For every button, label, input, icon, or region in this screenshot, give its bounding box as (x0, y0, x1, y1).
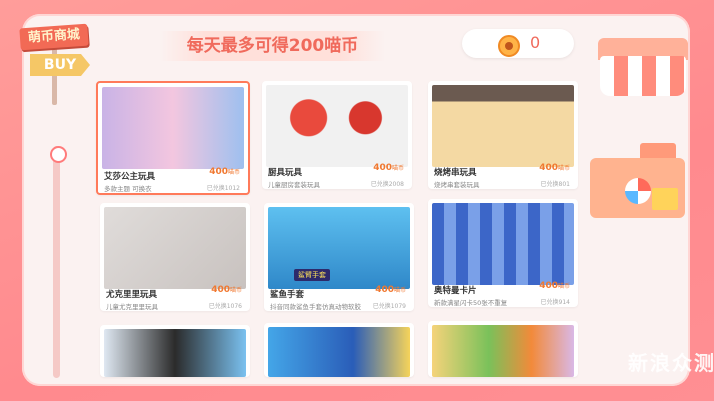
watermark: 新浪众测 (628, 351, 714, 375)
banner-title: 每天最多可得200喵币 (186, 36, 359, 56)
shop-illustration (590, 28, 688, 223)
product-image (102, 87, 244, 169)
product-price: 400喵币 (209, 167, 240, 177)
product-card[interactable]: 烧烤串玩具 烧烤串套装玩具 400喵币 已兑换801 (428, 81, 578, 189)
redeemed-count: 已兑换2008 (370, 181, 404, 188)
product-desc: 抖音同款鲨鱼手套仿真动物软胶 (270, 303, 361, 311)
coin-balance-pill[interactable]: 0 (462, 29, 574, 58)
product-desc: 烧烤串套装玩具 (434, 181, 480, 189)
beach-ball-icon (625, 178, 651, 204)
redeemed-count: 已兑换801 (540, 181, 570, 188)
gift-box-icon (652, 188, 678, 210)
shark-tag: 鲨臂手套 (294, 269, 330, 281)
product-image (104, 207, 246, 289)
product-card[interactable] (264, 323, 414, 377)
product-card[interactable]: 尤克里里玩具 儿童尤克里里玩具 400喵币 已兑换1076 (100, 203, 250, 311)
redeemed-count: 已兑换1076 (208, 303, 242, 310)
product-name: 鲨鱼手套 (270, 290, 305, 300)
product-card[interactable] (100, 325, 250, 377)
daily-limit-banner: 每天最多可得200喵币 (160, 31, 385, 61)
product-card[interactable]: 鲨臂手套 鲨鱼手套 抖音同款鲨鱼手套仿真动物软胶 400喵币 已兑换1079 (264, 203, 414, 311)
product-card[interactable] (428, 321, 578, 377)
product-price: 400喵币 (375, 285, 406, 295)
product-image (268, 327, 410, 377)
product-name: 烧烤串玩具 (434, 168, 477, 178)
shop-awning (600, 56, 686, 96)
product-image (432, 325, 574, 377)
product-name: 尤克里里玩具 (106, 290, 158, 300)
product-desc: 新款满星闪卡50张不重复 (434, 299, 508, 307)
redeemed-count: 已兑换914 (540, 299, 570, 306)
paw-coin-icon (498, 35, 520, 57)
product-image (104, 329, 246, 377)
product-image (432, 85, 574, 167)
product-price: 400喵币 (539, 163, 570, 173)
coin-balance: 0 (530, 33, 541, 52)
product-desc: 儿童厨房套装玩具 (268, 181, 320, 189)
scrollbar-track[interactable] (53, 146, 60, 378)
product-price: 400喵币 (211, 285, 242, 295)
shop-sign: 萌币商城 (19, 23, 89, 51)
buy-sign: BUY (30, 54, 90, 76)
product-name: 艾莎公主玩具 (104, 172, 156, 182)
product-desc: 多款主题 可换衣 (104, 185, 152, 193)
scrollbar-thumb[interactable] (50, 146, 67, 163)
redeemed-count: 已兑换1079 (372, 303, 406, 310)
product-name: 奥特曼卡片 (434, 286, 477, 296)
redeemed-count: 已兑换1012 (206, 185, 240, 192)
product-card[interactable]: 厨具玩具 儿童厨房套装玩具 400喵币 已兑换2008 (262, 81, 412, 189)
product-image (268, 207, 410, 289)
product-image (432, 203, 574, 285)
product-card[interactable]: 奥特曼卡片 新款满星闪卡50张不重复 400喵币 已兑换914 (428, 199, 578, 307)
product-price: 400喵币 (373, 163, 404, 173)
product-desc: 儿童尤克里里玩具 (106, 303, 158, 311)
product-card[interactable]: 艾莎公主玩具 多款主题 可换衣 400喵币 已兑换1012 (96, 81, 250, 195)
product-price: 400喵币 (539, 281, 570, 291)
product-name: 厨具玩具 (268, 168, 303, 178)
product-image (266, 85, 408, 167)
